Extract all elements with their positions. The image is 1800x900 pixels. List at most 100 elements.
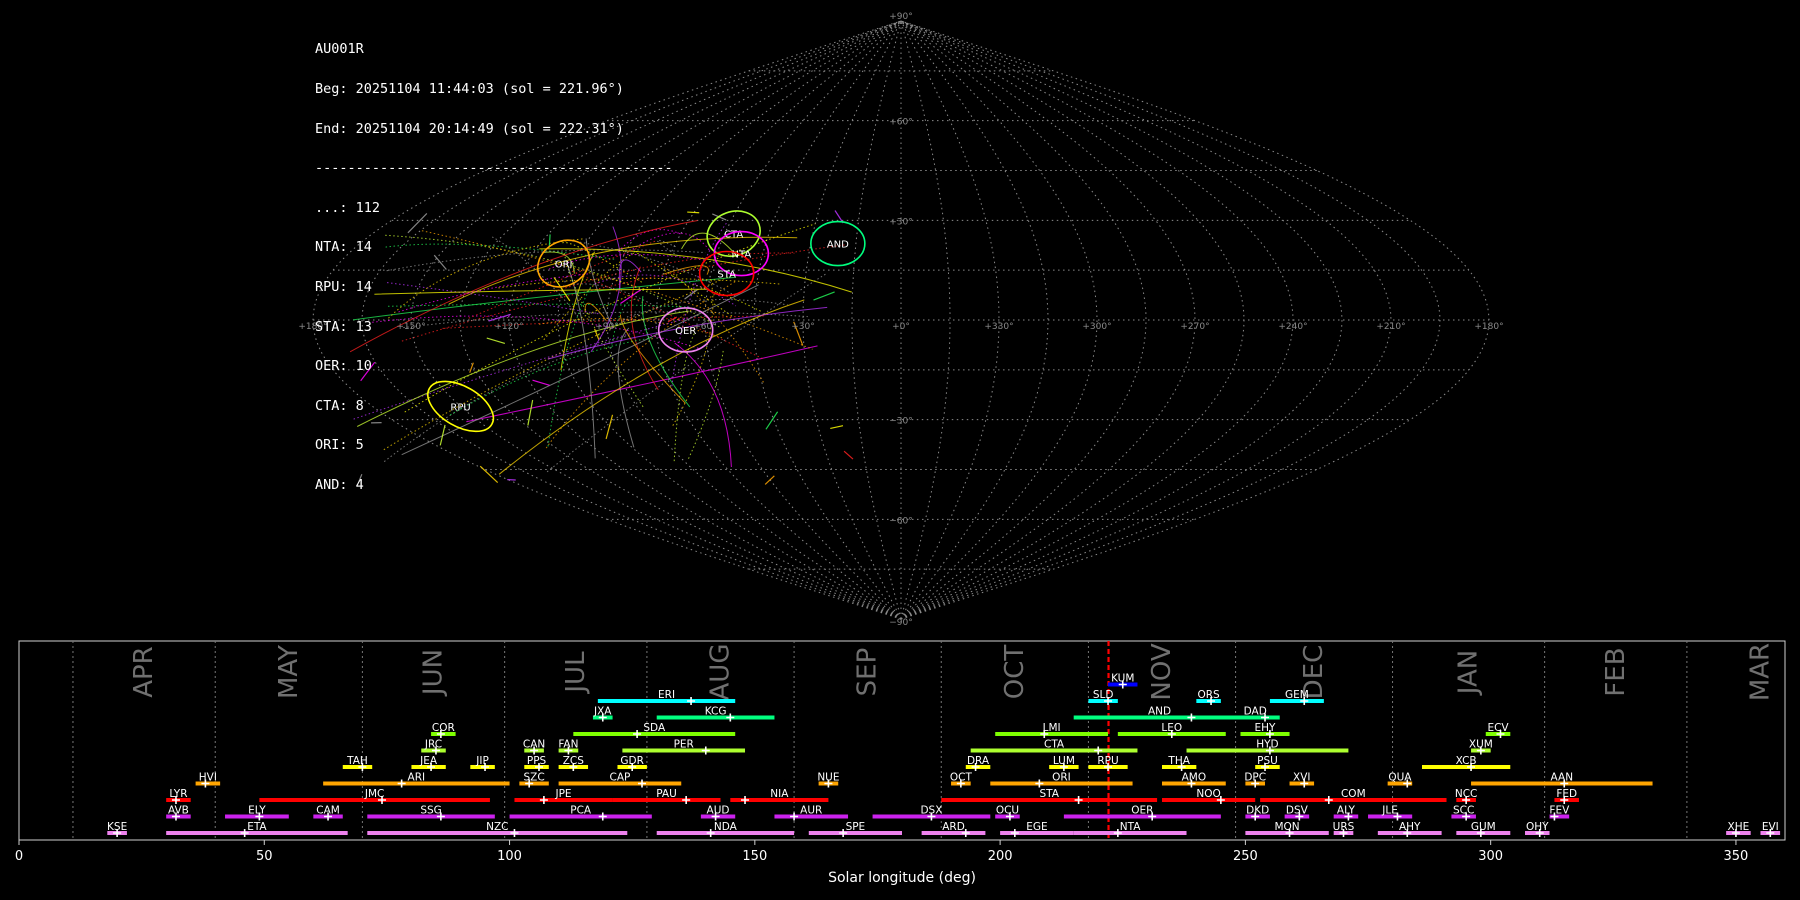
shower-label: ELY: [248, 805, 266, 817]
shower-label: CAP: [610, 772, 631, 784]
shower-label: JXA: [593, 706, 612, 718]
shower-label: JEA: [419, 755, 438, 767]
shower-label: NUE: [817, 772, 839, 784]
shower-label: NCC: [1455, 788, 1478, 800]
shower-label: JMC: [364, 788, 385, 800]
shower-label: GDR: [620, 755, 644, 767]
shower-label: GEM: [1285, 689, 1309, 701]
shower-label: FEV: [1549, 805, 1570, 817]
shower-label: HVI: [199, 772, 217, 784]
shower-label: ETA: [247, 821, 267, 833]
shower-label: PAU: [656, 788, 677, 800]
month-label: JUN: [419, 649, 449, 697]
longitude-label: +300°: [1082, 322, 1111, 332]
shower-label: OHY: [1526, 821, 1549, 833]
latitude-label: −30°: [889, 417, 913, 427]
shower-label: AMO: [1182, 772, 1207, 784]
x-axis: 0 50 100 150 200 250 300 350: [15, 840, 1748, 864]
shower-label: OCT: [950, 772, 973, 784]
month-label: JAN: [1454, 650, 1484, 696]
month-label: JUL: [561, 651, 591, 695]
shower-label: XUM: [1469, 739, 1493, 751]
longitude-label: +180°: [1474, 322, 1503, 332]
x-tick-label: 0: [15, 849, 23, 864]
shower-label: PSU: [1257, 755, 1278, 767]
shower-label: DPC: [1244, 772, 1266, 784]
shower-label: EVI: [1762, 821, 1779, 833]
shower-label: CAN: [523, 739, 545, 751]
shower-label: DAD: [1244, 706, 1267, 718]
shower-label: DSV: [1286, 805, 1309, 817]
shower-label: XCB: [1456, 755, 1477, 767]
meteor-segment: [830, 425, 844, 430]
shower-label: HYD: [1256, 739, 1278, 751]
month-label: SEP: [853, 648, 883, 697]
shower-label: FAN: [558, 739, 578, 751]
shower-label: QUA: [1388, 772, 1412, 784]
x-axis-label: Solar longitude (deg): [828, 870, 976, 886]
shower-label: NOO: [1196, 788, 1220, 800]
shower-label: CAM: [316, 805, 340, 817]
shower-count: NTA: 14: [315, 239, 372, 256]
shower-label: AUD: [707, 805, 730, 817]
shower-label: ARI: [408, 772, 426, 784]
longitude-label: +330°: [984, 322, 1013, 332]
station-id: AU001R: [315, 41, 364, 58]
x-tick-label: 150: [742, 849, 767, 864]
shower-label: DSX: [920, 805, 942, 817]
month-label: MAR: [1745, 643, 1775, 701]
longitude-label: +270°: [1180, 322, 1209, 332]
month-label: AUG: [705, 644, 735, 701]
month-label: MAY: [274, 645, 304, 699]
shower-count: ...: 112: [315, 199, 381, 216]
shower-label: GUM: [1471, 821, 1496, 833]
month-label: OCT: [1000, 645, 1030, 700]
shower-label: ALY: [1337, 805, 1356, 817]
shower-label: XVI: [1293, 772, 1310, 784]
shower-label: PCA: [570, 805, 592, 817]
shower-label: JPE: [554, 788, 571, 800]
radiant-label: STA: [717, 269, 736, 280]
radiant-label: AND: [827, 240, 849, 251]
x-tick-label: 50: [256, 849, 273, 864]
shower-label: RPU: [1097, 755, 1118, 767]
meridian-line: [900, 20, 1245, 620]
shower-label: URS: [1333, 821, 1355, 833]
shower-label: SPE: [846, 821, 866, 833]
shower-label: LYR: [169, 788, 187, 800]
month-label: NOV: [1147, 643, 1177, 700]
x-tick-label: 200: [988, 849, 1013, 864]
shower-label: AHY: [1399, 821, 1421, 833]
shower-label: NIA: [770, 788, 789, 800]
shower-label: FED: [1556, 788, 1577, 800]
longitude-label: +0°: [892, 322, 910, 332]
shower-label: COM: [1341, 788, 1366, 800]
meteor-segment: [764, 475, 775, 485]
shower-label: LEO: [1161, 722, 1182, 734]
meteor-track: [674, 342, 732, 468]
shower-label: SCC: [1453, 805, 1474, 817]
longitude-label: +30°: [791, 322, 815, 332]
shower-count: RPU: 14: [315, 278, 372, 295]
shower-label: ZCS: [563, 755, 585, 767]
shower-label: XHE: [1728, 821, 1750, 833]
end-time: End: 20251104 20:14:49 (sol = 222.31°): [315, 120, 624, 137]
month-label: APR: [129, 646, 159, 698]
meteor-segment: [765, 411, 779, 430]
month-label: FEB: [1601, 647, 1631, 696]
shower-count: CTA: 8: [315, 397, 364, 414]
meteor-segment: [843, 450, 854, 460]
shower-label: PER: [674, 739, 694, 751]
shower-label: SLD: [1093, 689, 1114, 701]
x-tick-label: 100: [497, 849, 522, 864]
shower-label: DKD: [1246, 805, 1269, 817]
shower-count: ORI: 5: [315, 437, 364, 454]
meteor-segment: [813, 291, 835, 301]
shower-label: THA: [1167, 755, 1190, 767]
latitude-label: −90°: [889, 618, 913, 628]
shower-label: OER: [1131, 805, 1153, 817]
shower-label: AAN: [1551, 772, 1574, 784]
shower-label: LMI: [1043, 722, 1061, 734]
latitude-label: +60°: [889, 118, 913, 128]
shower-label: KSE: [107, 821, 127, 833]
